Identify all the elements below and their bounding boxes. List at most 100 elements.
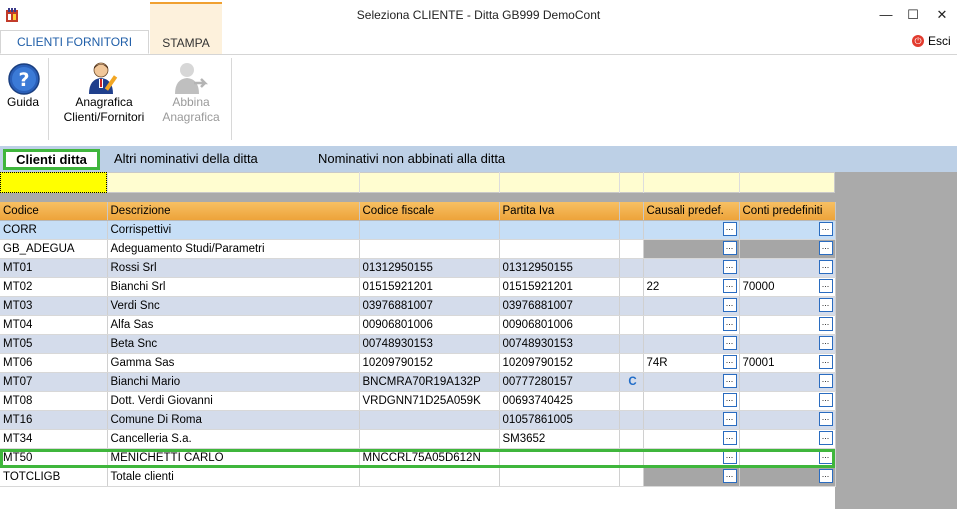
table-row[interactable]: MT08 Dott. Verdi Giovanni VRDGNN71D25A059K…: [0, 391, 836, 411]
cell-partita-iva-text: 01312950155: [502, 262, 573, 274]
filter-flag-input[interactable]: [619, 172, 644, 193]
causali-lookup-button[interactable]: ...: [722, 336, 737, 350]
conti-lookup-button[interactable]: ...: [818, 279, 833, 293]
cell-codice-text: TOTCLIGB: [3, 471, 61, 483]
cell-causali: ...: [643, 410, 740, 430]
cell-codice: MT02: [0, 277, 108, 297]
causali-lookup-button[interactable]: ...: [722, 412, 737, 426]
causali-lookup-button[interactable]: ...: [722, 241, 737, 255]
table-row[interactable]: MT06 Gamma Sas 10209790152 10209790152 74R..…: [0, 353, 836, 373]
causali-lookup-button[interactable]: ...: [722, 469, 737, 483]
minimize-button[interactable]: —: [872, 4, 900, 26]
cell-codice: GB_ADEGUA: [0, 239, 108, 259]
filter-codice-input[interactable]: [0, 172, 107, 193]
causali-lookup-button[interactable]: ...: [722, 260, 737, 274]
cell-codice-fiscale-text: VRDGNN71D25A059K: [362, 395, 481, 407]
subtab-nominativi-non-abbinati[interactable]: Nominativi non abbinati alla ditta: [318, 151, 505, 166]
cell-codice-fiscale-text: 03976881007: [362, 300, 433, 312]
conti-lookup-button[interactable]: ...: [818, 222, 833, 236]
column-header-codice[interactable]: Codice: [0, 202, 108, 221]
cell-flag: [619, 353, 644, 373]
causali-lookup-button[interactable]: ...: [722, 450, 737, 464]
cell-partita-iva: 10209790152: [499, 353, 620, 373]
conti-lookup-button[interactable]: ...: [818, 469, 833, 483]
conti-lookup-button[interactable]: ...: [818, 431, 833, 445]
cell-codice-fiscale-text: 10209790152: [362, 357, 433, 369]
filter-partita-iva-input[interactable]: [499, 172, 620, 193]
column-header-flag[interactable]: [619, 202, 644, 221]
subtab-altri-nominativi[interactable]: Altri nominativi della ditta: [114, 151, 258, 166]
esci-button[interactable]: Esci: [928, 34, 951, 48]
table-row[interactable]: MT50 MENICHETTI CARLO MNCCRL75A05D612N....…: [0, 448, 836, 468]
conti-lookup-button[interactable]: ...: [818, 298, 833, 312]
table-row[interactable]: MT16 Comune Di Roma 01057861005......: [0, 410, 836, 430]
tab-stampa[interactable]: STAMPA: [150, 2, 222, 54]
tab-clienti-fornitori[interactable]: CLIENTI FORNITORI: [0, 30, 149, 54]
cell-partita-iva: 00748930153: [499, 334, 620, 354]
cell-partita-iva-text: 10209790152: [502, 357, 573, 369]
cell-conti: ...: [739, 296, 836, 316]
anagrafica-label-line1: Anagrafica: [75, 95, 133, 109]
table-row[interactable]: CORR Corrispettivi......: [0, 220, 836, 240]
cell-partita-iva-text: 01515921201: [502, 281, 573, 293]
column-header-partita-iva[interactable]: Partita Iva: [499, 202, 620, 221]
cell-conti: ...: [739, 334, 836, 354]
table-row[interactable]: MT05 Beta Snc 00748930153 00748930153......: [0, 334, 836, 354]
conti-lookup-button[interactable]: ...: [818, 260, 833, 274]
power-icon[interactable]: ⏻: [912, 35, 924, 47]
table-row[interactable]: MT03 Verdi Snc 03976881007 03976881007.....…: [0, 296, 836, 316]
causali-lookup-button[interactable]: ...: [722, 355, 737, 369]
column-header-causali[interactable]: Causali predef.: [643, 202, 740, 221]
table-row[interactable]: MT02 Bianchi Srl 01515921201 01515921201 22.…: [0, 277, 836, 297]
cell-conti: ...: [739, 467, 836, 487]
conti-lookup-button[interactable]: ...: [818, 355, 833, 369]
table-row[interactable]: GB_ADEGUA Adeguamento Studi/Parametri....…: [0, 239, 836, 259]
filter-causali-input[interactable]: [643, 172, 740, 193]
cell-partita-iva: 01515921201: [499, 277, 620, 297]
column-header-descrizione[interactable]: Descrizione: [107, 202, 360, 221]
conti-lookup-button[interactable]: ...: [818, 412, 833, 426]
cell-causali-text: 22: [646, 281, 660, 293]
table-row[interactable]: MT04 Alfa Sas 00906801006 00906801006......: [0, 315, 836, 335]
cell-codice-fiscale: 01312950155: [359, 258, 500, 278]
conti-lookup-button[interactable]: ...: [818, 393, 833, 407]
conti-lookup-button[interactable]: ...: [818, 317, 833, 331]
close-button[interactable]: ✕: [928, 4, 956, 26]
cell-codice-fiscale: [359, 429, 500, 449]
cell-partita-iva: 00777280157: [499, 372, 620, 392]
causali-lookup-button[interactable]: ...: [722, 431, 737, 445]
table-row[interactable]: TOTCLIGB Totale clienti......: [0, 467, 836, 487]
causali-lookup-button[interactable]: ...: [722, 393, 737, 407]
filter-conti-input[interactable]: [739, 172, 835, 193]
causali-lookup-button[interactable]: ...: [722, 279, 737, 293]
cell-descrizione-text: Cancelleria S.a.: [110, 433, 192, 445]
subtab-clienti-ditta[interactable]: Clienti ditta: [3, 149, 100, 170]
conti-lookup-button[interactable]: ...: [818, 450, 833, 464]
column-header-codice-fiscale[interactable]: Codice fiscale: [359, 202, 500, 221]
clienti-table: Codice Descrizione Codice fiscale Partit…: [0, 202, 836, 487]
conti-lookup-button[interactable]: ...: [818, 336, 833, 350]
table-row[interactable]: MT01 Rossi Srl 01312950155 01312950155.....…: [0, 258, 836, 278]
conti-lookup-button[interactable]: ...: [818, 374, 833, 388]
guida-button[interactable]: ? Guida: [2, 60, 44, 120]
maximize-button[interactable]: ☐: [899, 4, 927, 26]
anagrafica-clienti-fornitori-button[interactable]: Anagrafica Clienti/Fornitori: [53, 60, 155, 130]
causali-lookup-button[interactable]: ...: [722, 222, 737, 236]
causali-lookup-button[interactable]: ...: [722, 374, 737, 388]
cell-conti: ...: [739, 372, 836, 392]
cell-descrizione: Gamma Sas: [107, 353, 360, 373]
cell-partita-iva: 00906801006: [499, 315, 620, 335]
conti-lookup-button[interactable]: ...: [818, 241, 833, 255]
filter-codice-fiscale-input[interactable]: [359, 172, 500, 193]
cell-descrizione: Verdi Snc: [107, 296, 360, 316]
abbina-anagrafica-button[interactable]: Abbina Anagrafica: [155, 60, 227, 130]
cell-causali: ...: [643, 220, 740, 240]
cell-codice-text: MT04: [3, 319, 33, 331]
table-row[interactable]: MT07 Bianchi Mario BNCMRA70R19A132P 0077728…: [0, 372, 836, 392]
causali-lookup-button[interactable]: ...: [722, 298, 737, 312]
cell-conti: ...: [739, 220, 836, 240]
filter-descrizione-input[interactable]: [107, 172, 360, 193]
table-row[interactable]: MT34 Cancelleria S.a. SM3652......: [0, 429, 836, 449]
causali-lookup-button[interactable]: ...: [722, 317, 737, 331]
column-header-conti[interactable]: Conti predefiniti: [739, 202, 836, 221]
